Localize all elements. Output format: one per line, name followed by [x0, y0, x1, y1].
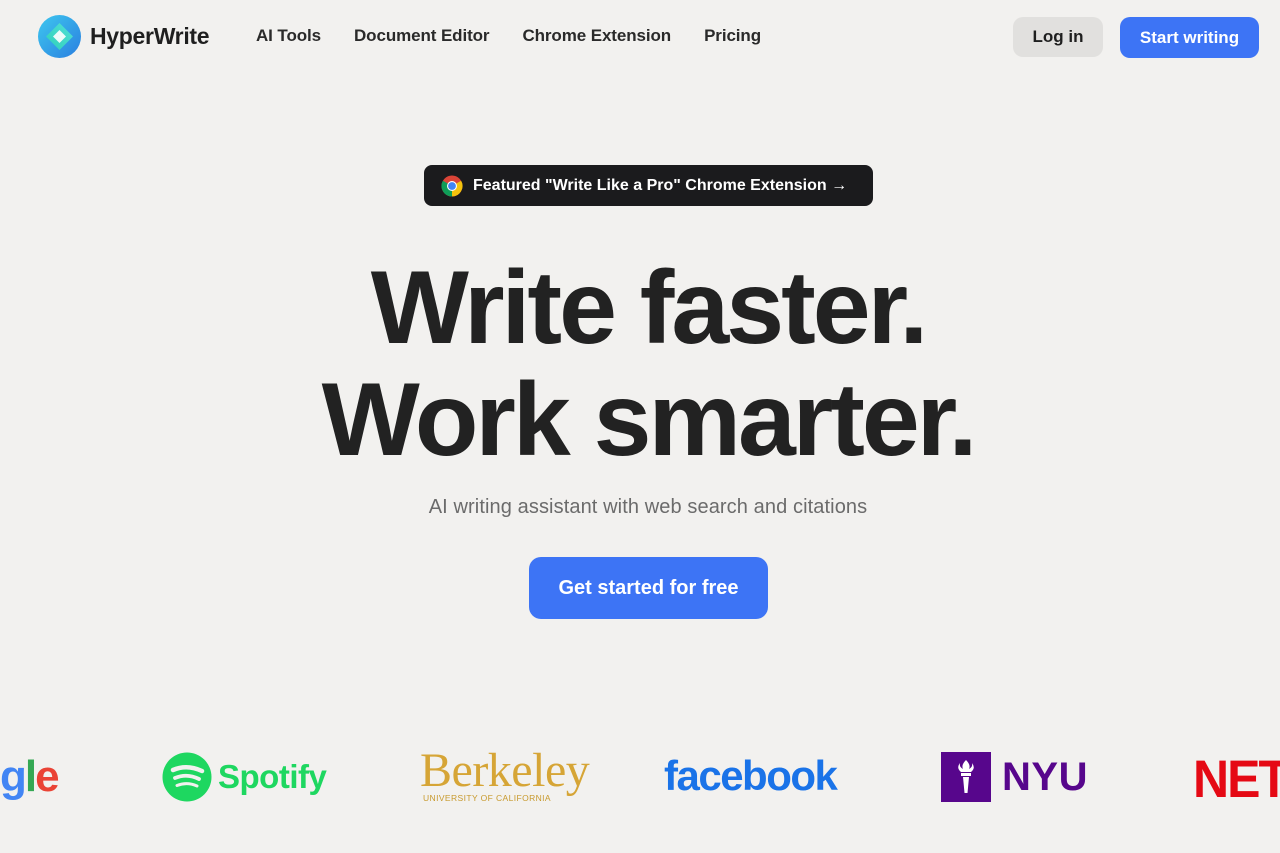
spotify-icon: [162, 752, 212, 802]
hero-line-1: Write faster.: [370, 250, 928, 366]
nav-link-document-editor[interactable]: Document Editor: [354, 26, 490, 46]
brand-name: HyperWrite: [90, 23, 210, 49]
hero-subtitle: AI writing assistant with web search and…: [428, 496, 868, 518]
hero-line-2: Work smarter.: [321, 362, 978, 478]
login-button[interactable]: Log in: [1013, 17, 1103, 57]
spotify-wordmark: Spotify: [218, 758, 327, 795]
badge-text: Featured "Write Like a Pro" Chrome Exten…: [473, 176, 848, 194]
google-logo-g: g: [0, 752, 27, 801]
nav-links: AI Tools Document Editor Chrome Extensio…: [256, 26, 794, 46]
google-logo: gle: [0, 752, 60, 802]
facebook-logo: facebook: [664, 752, 838, 799]
berkeley-wordmark: Berkeley: [420, 744, 590, 797]
google-logo-l: l: [24, 752, 37, 801]
hyperwrite-logo-link[interactable]: HyperWrite: [38, 15, 210, 58]
start-writing-button[interactable]: Start writing: [1120, 17, 1259, 58]
berkeley-subtitle: UNIVERSITY OF CALIFORNIA: [423, 793, 551, 803]
customer-logos: gle Spotify Berkeley UNIVERSITY OF CALIF…: [0, 740, 1280, 815]
top-navbar: HyperWrite AI Tools Document Editor Chro…: [0, 0, 1280, 74]
spotify-logo: Spotify: [162, 752, 327, 802]
nyu-wordmark: NYU: [1002, 754, 1088, 799]
berkeley-logo: Berkeley UNIVERSITY OF CALIFORNIA: [420, 744, 590, 804]
get-started-button[interactable]: Get started for free: [529, 557, 768, 619]
nyu-logo: NYU: [941, 752, 1088, 802]
chrome-icon: [441, 175, 463, 196]
nav-link-chrome-extension[interactable]: Chrome Extension: [522, 26, 671, 46]
nav-link-ai-tools[interactable]: AI Tools: [256, 26, 321, 46]
hero-headline: Write faster. Work smarter.: [0, 252, 1280, 476]
google-logo-e: e: [35, 752, 60, 801]
featured-extension-badge[interactable]: Featured "Write Like a Pro" Chrome Exten…: [424, 165, 873, 206]
nav-link-pricing[interactable]: Pricing: [704, 26, 761, 46]
hyperwrite-logo-icon: [38, 15, 81, 58]
nyu-torch-icon: [941, 752, 991, 802]
netflix-logo: NETF: [1193, 749, 1280, 809]
